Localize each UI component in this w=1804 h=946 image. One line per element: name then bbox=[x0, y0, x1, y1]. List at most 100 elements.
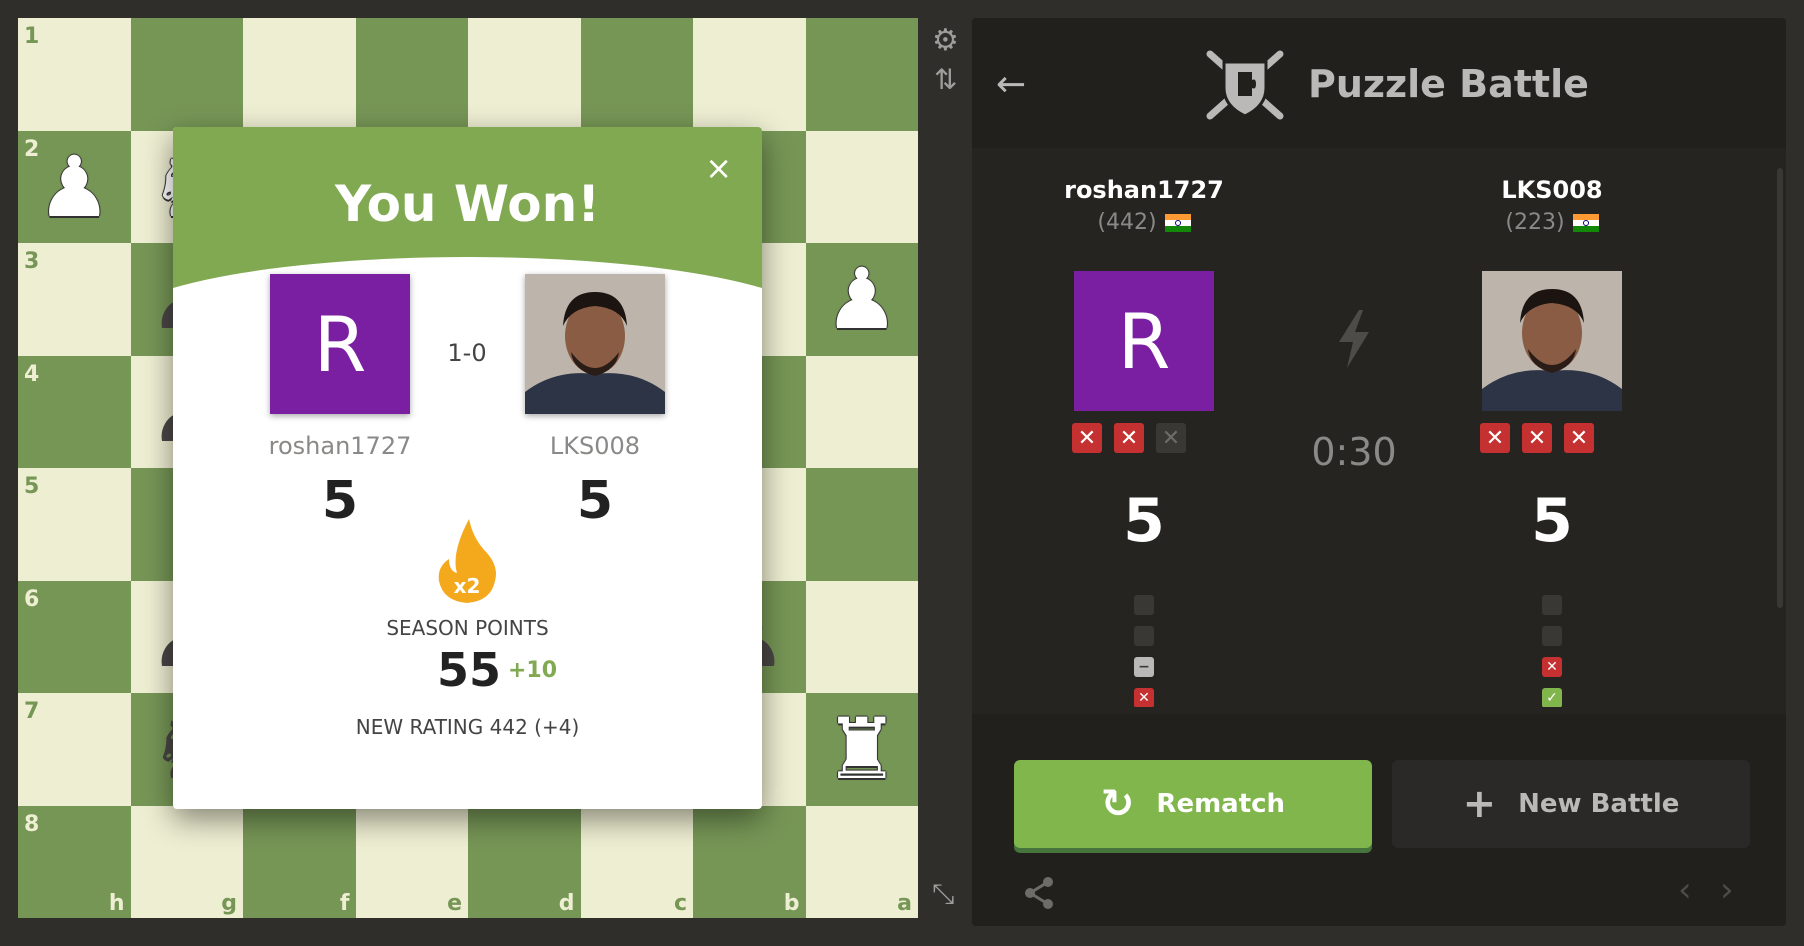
board-square[interactable]: 5 bbox=[18, 468, 131, 581]
rank-label: 5 bbox=[24, 474, 40, 499]
board-square[interactable]: a bbox=[805, 805, 918, 918]
board-square[interactable]: ♟ bbox=[805, 243, 919, 356]
pending-puzzle bbox=[1134, 595, 1154, 615]
player-score: 5 bbox=[1123, 486, 1165, 556]
board-square[interactable]: 8h bbox=[18, 805, 131, 918]
board-square[interactable] bbox=[243, 18, 356, 131]
plus-icon: + bbox=[1462, 781, 1497, 827]
board-square[interactable] bbox=[580, 18, 693, 131]
strike-empty-icon: ✕ bbox=[1156, 423, 1186, 453]
file-label: c bbox=[673, 891, 687, 916]
player-rating-value: (442) bbox=[1097, 210, 1157, 235]
avatar: R bbox=[1074, 271, 1214, 411]
puzzle-battle-panel: ← Puzzle Battle roshan1727 (442) R ✕ ✕ ✕ 5… bbox=[972, 18, 1786, 926]
file-label: f bbox=[339, 891, 350, 916]
modal-title: You Won! bbox=[334, 175, 601, 233]
white-pawn-icon[interactable]: ♟ bbox=[18, 131, 131, 244]
strike-x-icon: ✕ bbox=[1114, 423, 1144, 453]
avatar bbox=[1482, 271, 1622, 411]
player-rating: (442) bbox=[1034, 210, 1254, 235]
player-name: roshan1727 bbox=[268, 432, 412, 460]
new-battle-label: New Battle bbox=[1518, 789, 1680, 819]
season-points-label: SEASON POINTS bbox=[386, 616, 549, 640]
back-arrow-icon[interactable]: ← bbox=[996, 64, 1026, 105]
board-square[interactable]: 7 bbox=[18, 693, 131, 806]
rematch-label: Rematch bbox=[1156, 789, 1286, 819]
wrong-icon: ✕ bbox=[1542, 657, 1562, 677]
rank-label: 3 bbox=[24, 249, 40, 274]
board-square[interactable]: ♜ bbox=[805, 693, 919, 806]
modal-header-curve bbox=[173, 257, 762, 397]
board-square[interactable] bbox=[130, 18, 243, 131]
board-square[interactable] bbox=[468, 18, 581, 131]
board-square[interactable] bbox=[805, 580, 918, 693]
board-square[interactable]: 3 bbox=[18, 243, 131, 356]
match-result: 1-0 bbox=[447, 339, 487, 367]
puzzle-battle-logo-icon bbox=[1204, 48, 1286, 122]
chevron-left-icon[interactable]: ‹ bbox=[1678, 870, 1692, 910]
board-square[interactable]: b bbox=[693, 805, 806, 918]
strike-x-icon: ✕ bbox=[1564, 423, 1594, 453]
player-score: 5 bbox=[576, 471, 614, 531]
board-square[interactable] bbox=[805, 468, 918, 581]
india-flag-icon bbox=[1572, 214, 1599, 232]
page-title: Puzzle Battle bbox=[1308, 62, 1589, 106]
rematch-button[interactable]: ↻ Rematch bbox=[1014, 760, 1372, 848]
board-square[interactable] bbox=[693, 18, 806, 131]
flip-board-icon[interactable]: ⇅ bbox=[934, 66, 957, 94]
file-label: h bbox=[108, 891, 125, 916]
expand-icon[interactable]: ⤡ bbox=[932, 880, 954, 908]
board-square[interactable] bbox=[805, 18, 918, 131]
board-square[interactable]: f bbox=[243, 805, 356, 918]
board-square[interactable]: 2 ♟ bbox=[18, 130, 131, 244]
board-square[interactable]: d bbox=[468, 805, 581, 918]
white-rook-icon[interactable]: ♜ bbox=[806, 693, 919, 806]
pending-puzzle bbox=[1542, 626, 1562, 646]
avatar: R bbox=[270, 274, 410, 414]
lightning-icon bbox=[1337, 310, 1371, 368]
user-photo-icon bbox=[525, 274, 665, 414]
rank-label: 4 bbox=[24, 361, 40, 387]
board-square[interactable]: c bbox=[580, 805, 693, 918]
file-label: d bbox=[558, 891, 575, 916]
board-square[interactable] bbox=[805, 355, 918, 468]
player-name: roshan1727 bbox=[1064, 176, 1224, 204]
board-square[interactable]: 6 bbox=[18, 580, 131, 693]
pending-puzzle bbox=[1134, 626, 1154, 646]
game-over-modal: You Won! × R 1-0 roshan1727 LKS008 5 5 x… bbox=[173, 127, 762, 809]
player-rating: (223) bbox=[1442, 210, 1662, 235]
board-square[interactable]: g bbox=[130, 805, 243, 918]
board-square[interactable]: 4 bbox=[18, 355, 131, 468]
rank-label: 6 bbox=[24, 586, 40, 612]
puzzle-results: −✕✕ bbox=[1134, 595, 1154, 707]
scrollbar[interactable] bbox=[1777, 168, 1783, 608]
gear-icon[interactable]: ⚙ bbox=[932, 26, 959, 56]
board-square[interactable] bbox=[805, 130, 918, 243]
chevron-right-icon[interactable]: › bbox=[1720, 870, 1734, 910]
close-icon[interactable]: × bbox=[705, 149, 732, 187]
file-label: b bbox=[783, 891, 800, 916]
player-score: 5 bbox=[1531, 486, 1573, 556]
avatar-initial: R bbox=[1117, 296, 1171, 386]
file-label: e bbox=[447, 891, 462, 916]
new-battle-button[interactable]: + New Battle bbox=[1392, 760, 1750, 848]
board-square[interactable]: 1 bbox=[18, 18, 131, 131]
rank-label: 1 bbox=[24, 24, 40, 49]
new-rating: NEW RATING 442 (+4) bbox=[355, 715, 580, 739]
strike-x-icon: ✕ bbox=[1072, 423, 1102, 453]
rank-label: 8 bbox=[24, 811, 40, 837]
rank-label: 7 bbox=[24, 699, 40, 724]
flame-icon: x2 bbox=[437, 519, 497, 603]
white-pawn-icon[interactable]: ♟ bbox=[806, 243, 919, 356]
avatar-initial: R bbox=[313, 299, 367, 389]
player-name: LKS008 bbox=[1501, 176, 1603, 204]
strike-x-icon: ✕ bbox=[1480, 423, 1510, 453]
board-square[interactable]: e bbox=[355, 805, 468, 918]
player-name: LKS008 bbox=[549, 432, 641, 460]
share-icon[interactable] bbox=[1022, 876, 1056, 910]
board-square[interactable] bbox=[355, 18, 468, 131]
avatar bbox=[525, 274, 665, 414]
rematch-icon: ↻ bbox=[1100, 781, 1135, 827]
multiplier-label: x2 bbox=[454, 574, 481, 598]
pending-puzzle bbox=[1542, 595, 1562, 615]
